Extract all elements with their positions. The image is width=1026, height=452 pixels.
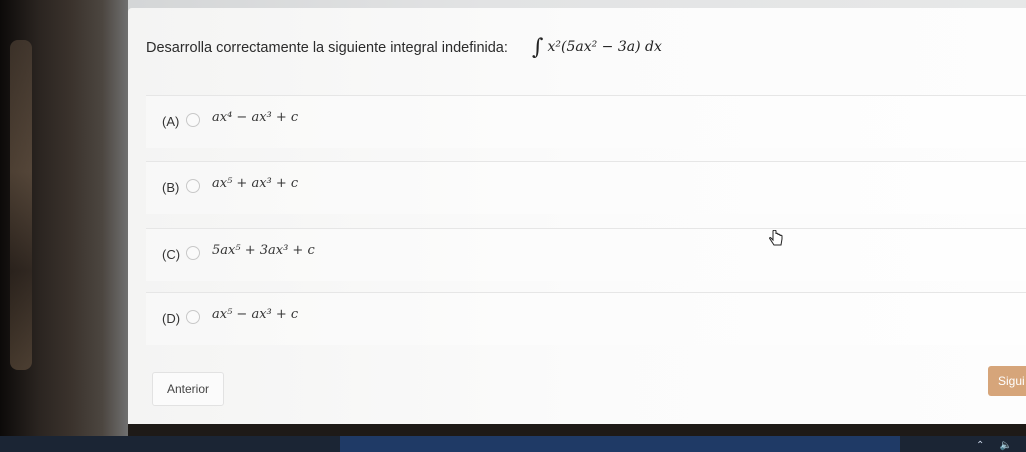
option-c[interactable]: (C) 5ax⁵ + 3ax³ + c [146,228,1026,281]
option-formula: 5ax⁵ + 3ax³ + c [212,243,315,258]
option-letter: (B) [162,180,180,195]
integrand: x²(5ax² − 3a) dx [547,39,662,55]
radio-circle-icon[interactable] [186,246,200,260]
radio-circle-icon[interactable] [186,179,200,193]
previous-button[interactable]: Anterior [152,372,224,406]
taskbar: ⌃ 🔈 [0,436,1026,452]
radio-circle-icon[interactable] [186,310,200,324]
question-card [128,8,1026,424]
option-letter: (D) [162,311,181,326]
option-b[interactable]: (B) ax⁵ + ax³ + c [146,161,1026,214]
monitor-bezel [0,0,128,452]
option-formula: ax⁵ − ax³ + c [212,307,299,322]
option-d[interactable]: (D) ax⁵ − ax³ + c [146,292,1026,345]
hand-pointer-icon [769,230,783,246]
option-formula: ax⁴ − ax³ + c [212,110,299,125]
integral-sign: ∫ [532,34,544,60]
system-tray-icons: ⌃ 🔈 [975,440,1018,451]
radio-circle-icon[interactable] [186,113,200,127]
option-a[interactable]: (A) ax⁴ − ax³ + c [146,95,1026,148]
question-formula: ∫ x²(5ax² − 3a) dx [532,33,662,61]
option-formula: ax⁵ + ax³ + c [212,176,299,191]
next-button[interactable]: Sigui [988,366,1026,396]
option-letter: (A) [162,114,180,129]
taskbar-active-area [340,436,900,452]
question-prompt: Desarrolla correctamente la siguiente in… [146,40,508,56]
option-letter: (C) [162,247,181,262]
